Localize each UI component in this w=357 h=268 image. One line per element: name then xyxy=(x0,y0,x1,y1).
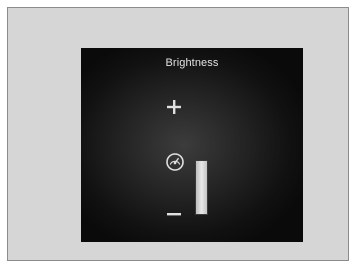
increase-brightness-button[interactable] xyxy=(165,98,183,116)
brightness-level-bar[interactable] xyxy=(195,160,208,215)
panel-title: Brightness xyxy=(165,57,219,69)
auto-brightness-dial-icon xyxy=(166,153,184,171)
brightness-level-fill xyxy=(196,161,207,214)
plus-icon xyxy=(167,100,181,114)
minus-icon xyxy=(167,213,181,216)
brightness-panel: Brightness xyxy=(81,48,303,242)
auto-brightness-button[interactable] xyxy=(165,152,185,172)
figure-frame: Brightness xyxy=(7,7,349,261)
decrease-brightness-button[interactable] xyxy=(165,206,183,218)
